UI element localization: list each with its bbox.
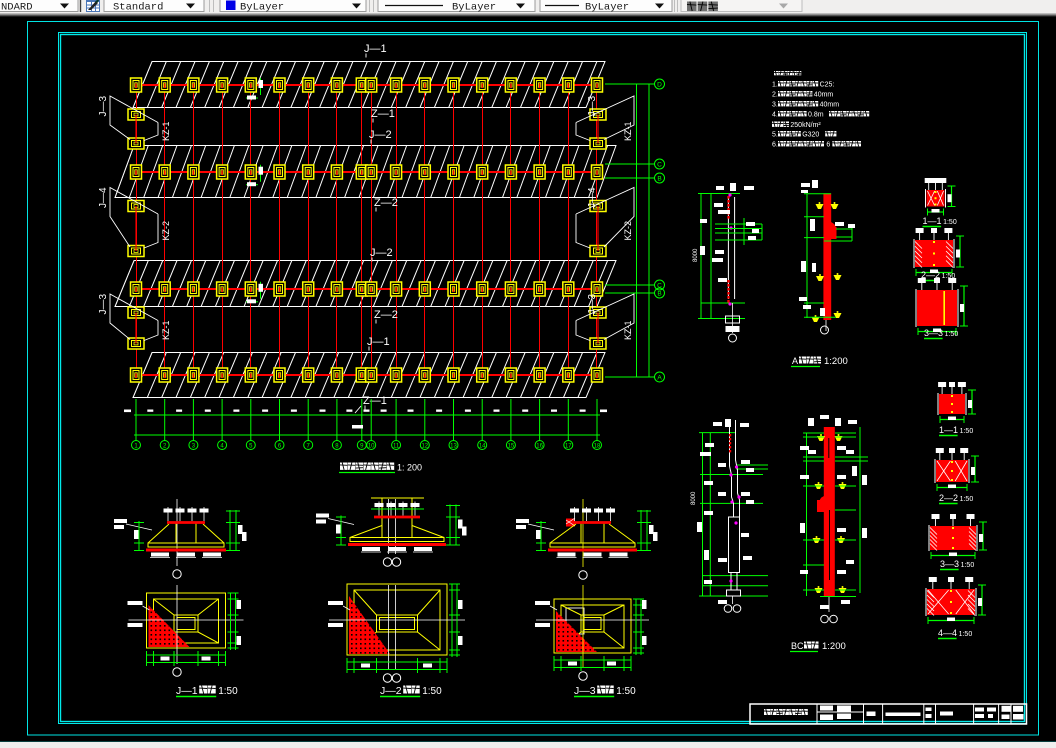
svg-text:Z—2: Z—2: [374, 197, 398, 209]
svg-text:16: 16: [536, 443, 543, 449]
svg-text:1:50: 1:50: [616, 686, 636, 697]
svg-text:1:50: 1:50: [961, 562, 975, 569]
svg-text:ByLayer: ByLayer: [240, 2, 284, 14]
svg-text:J—1: J—1: [367, 336, 390, 348]
svg-text:J—4: J—4: [98, 187, 109, 208]
svg-text:8000: 8000: [691, 491, 697, 505]
svg-text:12: 12: [421, 443, 428, 449]
svg-text:18: 18: [594, 443, 601, 449]
svg-text:3—3: 3—3: [924, 328, 943, 338]
svg-text:ByLayer: ByLayer: [452, 2, 496, 14]
svg-text:1:50: 1:50: [960, 496, 974, 503]
svg-text:11: 11: [393, 443, 400, 449]
svg-text:J—3: J—3: [574, 685, 596, 697]
svg-text:Standard: Standard: [113, 2, 163, 14]
svg-text:KZ-2: KZ-2: [161, 221, 171, 241]
svg-text:4—4: 4—4: [938, 628, 957, 638]
svg-text:1:50: 1:50: [959, 631, 973, 638]
svg-text:2.: 2.: [772, 92, 778, 99]
svg-text:3—3: 3—3: [940, 559, 959, 569]
svg-text:J—2: J—2: [370, 247, 393, 259]
svg-text:6: 6: [826, 142, 830, 149]
svg-text:15: 15: [508, 443, 515, 449]
svg-text:J—3: J—3: [587, 96, 598, 117]
svg-text:C25:: C25:: [820, 82, 835, 89]
svg-text:1: 200: 1: 200: [397, 463, 422, 473]
svg-text:BC: BC: [791, 641, 804, 651]
svg-text:6.: 6.: [772, 142, 778, 149]
svg-text:4.: 4.: [772, 112, 778, 119]
svg-text:1:50: 1:50: [945, 331, 959, 338]
svg-text:B: B: [657, 175, 661, 182]
svg-text:KZ-1: KZ-1: [161, 121, 171, 141]
svg-text:40mm: 40mm: [820, 102, 840, 109]
svg-text:NDARD: NDARD: [1, 2, 33, 14]
svg-text:1:50: 1:50: [943, 219, 957, 226]
svg-text:8000: 8000: [693, 248, 699, 262]
svg-text:A: A: [792, 356, 798, 366]
svg-text:J—2: J—2: [369, 129, 392, 141]
svg-text:KZ-1: KZ-1: [623, 320, 633, 340]
svg-text:D: D: [657, 81, 662, 88]
svg-text:J—3: J—3: [98, 294, 109, 315]
svg-text:1:50: 1:50: [218, 686, 238, 697]
svg-text:1—1: 1—1: [939, 425, 958, 435]
svg-text:Z—1: Z—1: [371, 108, 395, 120]
svg-text:C: C: [657, 161, 662, 168]
svg-text:Z—1: Z—1: [363, 395, 387, 407]
svg-text:J—2: J—2: [380, 685, 402, 697]
svg-text:KZ-1: KZ-1: [623, 121, 633, 141]
svg-text:250kN/m²: 250kN/m²: [790, 122, 821, 129]
svg-text:ByLayer: ByLayer: [585, 2, 629, 14]
svg-text:G320: G320: [802, 132, 819, 139]
svg-text:14: 14: [479, 443, 486, 449]
svg-text:0.8m: 0.8m: [808, 112, 824, 119]
svg-text:1:50: 1:50: [422, 686, 442, 697]
svg-text:17: 17: [565, 443, 572, 449]
svg-text:40mm: 40mm: [814, 92, 834, 99]
svg-text:1—1: 1—1: [923, 216, 942, 226]
svg-text:J—3: J—3: [587, 294, 598, 315]
svg-text:1:200: 1:200: [824, 356, 848, 367]
svg-text:J—1: J—1: [176, 685, 198, 697]
svg-text:5.: 5.: [772, 132, 778, 139]
svg-text:1:200: 1:200: [822, 641, 846, 652]
svg-text:Z—2: Z—2: [374, 309, 398, 321]
svg-text:B: B: [657, 290, 661, 297]
svg-text:KZ-1: KZ-1: [161, 320, 171, 340]
svg-text:J—3: J—3: [98, 96, 109, 117]
svg-text:3.: 3.: [772, 102, 778, 109]
svg-text:KZ-2: KZ-2: [623, 221, 633, 241]
svg-text:J—4: J—4: [587, 187, 598, 208]
svg-text:2—2: 2—2: [939, 493, 958, 503]
svg-text:1.: 1.: [772, 82, 778, 89]
svg-text:J—1: J—1: [364, 43, 387, 55]
svg-text:13: 13: [450, 443, 457, 449]
svg-text:10: 10: [368, 443, 375, 449]
svg-text:A: A: [657, 374, 662, 381]
svg-text:1:50: 1:50: [960, 428, 974, 435]
